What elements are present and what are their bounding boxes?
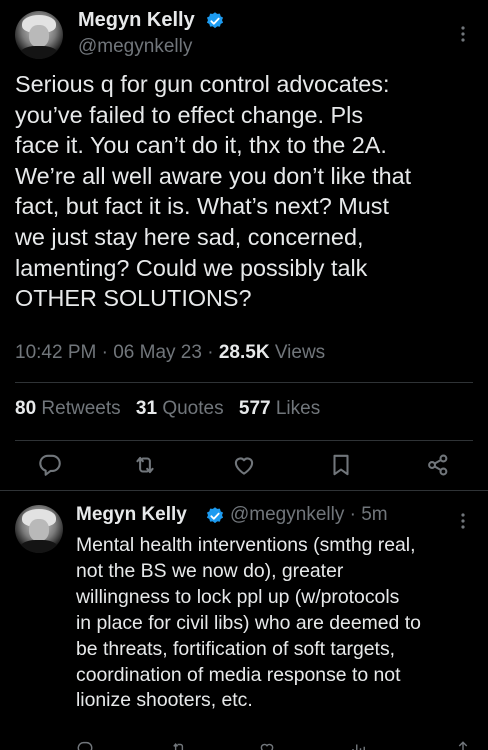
views-label: Views xyxy=(274,342,326,363)
tweet-meta: 10:42 PM · 06 May 23 · 28.5K Views xyxy=(15,342,325,364)
divider xyxy=(15,440,473,441)
like-icon[interactable] xyxy=(258,740,276,750)
reply-author-name[interactable]: Megyn Kelly xyxy=(76,504,187,526)
more-icon[interactable] xyxy=(456,24,470,44)
reply-icon[interactable] xyxy=(37,452,63,478)
retweets-count: 80 xyxy=(15,398,37,419)
reply-text: Mental health interventions (smthg real,… xyxy=(76,534,421,712)
quotes-stat[interactable]: 31 Quotes xyxy=(136,398,224,419)
author-name[interactable]: Megyn Kelly xyxy=(78,9,195,32)
meta-separator: · xyxy=(101,342,108,363)
reply-action-bar xyxy=(76,740,476,750)
reply-author-avatar[interactable] xyxy=(15,505,63,553)
retweet-icon[interactable] xyxy=(132,452,158,478)
section-divider xyxy=(0,490,488,491)
tweet-text: Serious q for gun control advocates: you… xyxy=(15,71,412,312)
likes-label: Likes xyxy=(275,398,321,419)
verified-badge-icon xyxy=(206,12,224,29)
bookmark-icon[interactable] xyxy=(328,452,354,478)
quotes-count: 31 xyxy=(135,398,158,419)
views-icon[interactable] xyxy=(350,740,368,750)
like-icon[interactable] xyxy=(231,452,257,478)
meta-separator: · xyxy=(207,342,214,363)
retweets-label: Retweets xyxy=(41,398,121,419)
retweets-stat[interactable]: 80 Retweets xyxy=(15,398,121,419)
reply-icon[interactable] xyxy=(76,740,94,750)
divider xyxy=(15,382,473,383)
share-icon[interactable] xyxy=(425,452,451,478)
likes-count: 577 xyxy=(238,398,271,419)
retweet-icon[interactable] xyxy=(170,740,188,750)
quotes-label: Quotes xyxy=(162,398,224,419)
tweet-time[interactable]: 10:42 PM xyxy=(15,342,96,363)
more-icon[interactable] xyxy=(456,511,470,531)
tweet-date[interactable]: 06 May 23 xyxy=(113,342,202,363)
share-icon[interactable] xyxy=(454,740,472,750)
action-bar xyxy=(0,446,488,484)
likes-stat[interactable]: 577 Likes xyxy=(239,398,320,419)
tweet-stats: 80 Retweets 31 Quotes 577 Likes xyxy=(15,398,320,420)
author-avatar[interactable] xyxy=(15,11,63,59)
verified-badge-icon xyxy=(206,507,224,524)
author-handle[interactable]: @megynkelly xyxy=(78,36,192,58)
reply-handle-time[interactable]: @megynkelly · 5m xyxy=(230,504,388,526)
views-count: 28.5K xyxy=(218,342,270,363)
